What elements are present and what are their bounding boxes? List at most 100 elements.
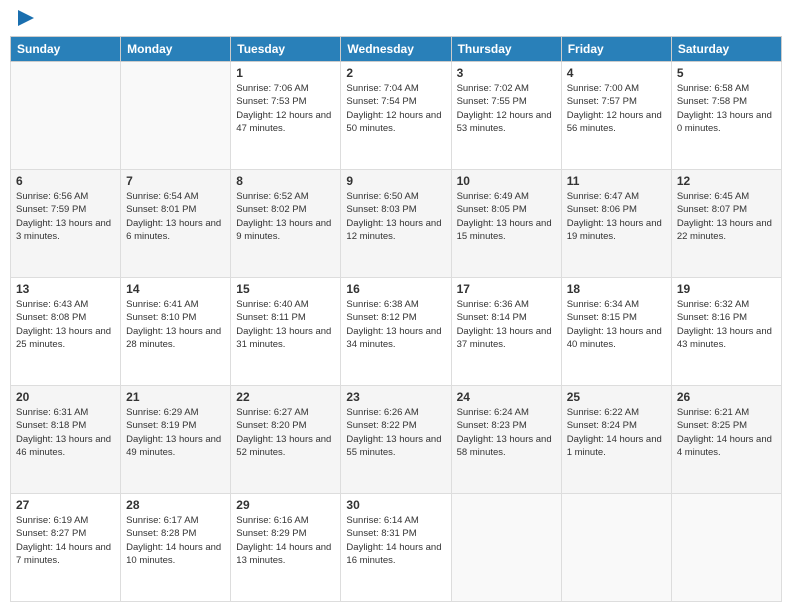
- calendar-cell: 15 Sunrise: 6:40 AM Sunset: 8:11 PM Dayli…: [231, 278, 341, 386]
- calendar-cell: 5 Sunrise: 6:58 AM Sunset: 7:58 PM Daylig…: [671, 62, 781, 170]
- day-number: 6: [16, 174, 115, 188]
- day-number: 12: [677, 174, 776, 188]
- calendar-cell: 20 Sunrise: 6:31 AM Sunset: 8:18 PM Dayli…: [11, 386, 121, 494]
- day-number: 1: [236, 66, 335, 80]
- calendar-cell: 27 Sunrise: 6:19 AM Sunset: 8:27 PM Dayli…: [11, 494, 121, 602]
- day-number: 19: [677, 282, 776, 296]
- day-info: Sunrise: 6:16 AM Sunset: 8:29 PM Dayligh…: [236, 514, 335, 567]
- calendar-cell: 7 Sunrise: 6:54 AM Sunset: 8:01 PM Daylig…: [121, 170, 231, 278]
- day-number: 18: [567, 282, 666, 296]
- calendar-cell: 18Sunrise: 6:34 AM Sunset: 8:15 PM Dayli…: [561, 278, 671, 386]
- day-info: Sunrise: 6:52 AM Sunset: 8:02 PM Dayligh…: [236, 190, 335, 243]
- calendar-cell: [121, 62, 231, 170]
- day-number: 24: [457, 390, 556, 404]
- weekday-header-thursday: Thursday: [451, 37, 561, 62]
- calendar-header-row: SundayMondayTuesdayWednesdayThursdayFrid…: [11, 37, 782, 62]
- calendar-cell: 22 Sunrise: 6:27 AM Sunset: 8:20 PM Dayli…: [231, 386, 341, 494]
- day-info: Sunrise: 6:22 AM Sunset: 8:24 PM Dayligh…: [567, 406, 666, 459]
- day-number: 7: [126, 174, 225, 188]
- day-number: 11: [567, 174, 666, 188]
- calendar-cell: [561, 494, 671, 602]
- calendar-cell: 21 Sunrise: 6:29 AM Sunset: 8:19 PM Dayli…: [121, 386, 231, 494]
- day-info: Sunrise: 7:04 AM Sunset: 7:54 PM Dayligh…: [346, 82, 445, 135]
- day-number: 3: [457, 66, 556, 80]
- day-number: 13: [16, 282, 115, 296]
- calendar-cell: 26 Sunrise: 6:21 AM Sunset: 8:25 PM Dayli…: [671, 386, 781, 494]
- weekday-header-monday: Monday: [121, 37, 231, 62]
- day-number: 16: [346, 282, 445, 296]
- day-number: 25: [567, 390, 666, 404]
- calendar-cell: [11, 62, 121, 170]
- day-number: 4: [567, 66, 666, 80]
- calendar-cell: 9 Sunrise: 6:50 AM Sunset: 8:03 PM Daylig…: [341, 170, 451, 278]
- calendar-cell: 24 Sunrise: 6:24 AM Sunset: 8:23 PM Dayli…: [451, 386, 561, 494]
- calendar-cell: 14Sunrise: 6:41 AM Sunset: 8:10 PM Dayli…: [121, 278, 231, 386]
- day-number: 23: [346, 390, 445, 404]
- day-info: Sunrise: 6:17 AM Sunset: 8:28 PM Dayligh…: [126, 514, 225, 567]
- day-number: 29: [236, 498, 335, 512]
- calendar-cell: 16 Sunrise: 6:38 AM Sunset: 8:12 PM Dayli…: [341, 278, 451, 386]
- calendar-cell: [671, 494, 781, 602]
- day-number: 30: [346, 498, 445, 512]
- calendar-week-row: 1 Sunrise: 7:06 AM Sunset: 7:53 PM Daylig…: [11, 62, 782, 170]
- day-number: 8: [236, 174, 335, 188]
- day-number: 27: [16, 498, 115, 512]
- day-info: Sunrise: 6:14 AM Sunset: 8:31 PM Dayligh…: [346, 514, 445, 567]
- day-info: Sunrise: 6:49 AM Sunset: 8:05 PM Dayligh…: [457, 190, 556, 243]
- calendar-week-row: 27 Sunrise: 6:19 AM Sunset: 8:27 PM Dayli…: [11, 494, 782, 602]
- day-info: Sunrise: 6:40 AM Sunset: 8:11 PM Dayligh…: [236, 298, 335, 351]
- day-info: Sunrise: 7:06 AM Sunset: 7:53 PM Dayligh…: [236, 82, 335, 135]
- weekday-header-friday: Friday: [561, 37, 671, 62]
- day-number: 21: [126, 390, 225, 404]
- day-info: Sunrise: 6:19 AM Sunset: 8:27 PM Dayligh…: [16, 514, 115, 567]
- day-info: Sunrise: 6:47 AM Sunset: 8:06 PM Dayligh…: [567, 190, 666, 243]
- day-info: Sunrise: 7:00 AM Sunset: 7:57 PM Dayligh…: [567, 82, 666, 135]
- calendar-cell: 28 Sunrise: 6:17 AM Sunset: 8:28 PM Dayli…: [121, 494, 231, 602]
- day-info: Sunrise: 6:58 AM Sunset: 7:58 PM Dayligh…: [677, 82, 776, 135]
- day-info: Sunrise: 6:29 AM Sunset: 8:19 PM Dayligh…: [126, 406, 225, 459]
- day-info: Sunrise: 6:24 AM Sunset: 8:23 PM Dayligh…: [457, 406, 556, 459]
- calendar-week-row: 6 Sunrise: 6:56 AM Sunset: 7:59 PM Daylig…: [11, 170, 782, 278]
- calendar-cell: 1 Sunrise: 7:06 AM Sunset: 7:53 PM Daylig…: [231, 62, 341, 170]
- weekday-header-sunday: Sunday: [11, 37, 121, 62]
- calendar-cell: 29 Sunrise: 6:16 AM Sunset: 8:29 PM Dayli…: [231, 494, 341, 602]
- day-info: Sunrise: 6:50 AM Sunset: 8:03 PM Dayligh…: [346, 190, 445, 243]
- day-number: 20: [16, 390, 115, 404]
- day-number: 10: [457, 174, 556, 188]
- day-info: Sunrise: 6:36 AM Sunset: 8:14 PM Dayligh…: [457, 298, 556, 351]
- calendar-cell: 19 Sunrise: 6:32 AM Sunset: 8:16 PM Dayli…: [671, 278, 781, 386]
- day-info: Sunrise: 6:27 AM Sunset: 8:20 PM Dayligh…: [236, 406, 335, 459]
- calendar-cell: 3Sunrise: 7:02 AM Sunset: 7:55 PM Daylig…: [451, 62, 561, 170]
- day-info: Sunrise: 6:45 AM Sunset: 8:07 PM Dayligh…: [677, 190, 776, 243]
- header: [10, 10, 782, 28]
- day-info: Sunrise: 6:31 AM Sunset: 8:18 PM Dayligh…: [16, 406, 115, 459]
- calendar-cell: 17 Sunrise: 6:36 AM Sunset: 8:14 PM Dayli…: [451, 278, 561, 386]
- day-info: Sunrise: 6:32 AM Sunset: 8:16 PM Dayligh…: [677, 298, 776, 351]
- day-info: Sunrise: 6:56 AM Sunset: 7:59 PM Dayligh…: [16, 190, 115, 243]
- logo: [14, 10, 36, 28]
- day-number: 2: [346, 66, 445, 80]
- calendar-cell: 2 Sunrise: 7:04 AM Sunset: 7:54 PM Daylig…: [341, 62, 451, 170]
- day-info: Sunrise: 6:21 AM Sunset: 8:25 PM Dayligh…: [677, 406, 776, 459]
- calendar-table: SundayMondayTuesdayWednesdayThursdayFrid…: [10, 36, 782, 602]
- weekday-header-saturday: Saturday: [671, 37, 781, 62]
- calendar-cell: 11 Sunrise: 6:47 AM Sunset: 8:06 PM Dayli…: [561, 170, 671, 278]
- day-number: 28: [126, 498, 225, 512]
- calendar-week-row: 13 Sunrise: 6:43 AM Sunset: 8:08 PM Dayli…: [11, 278, 782, 386]
- calendar-cell: 4 Sunrise: 7:00 AM Sunset: 7:57 PM Daylig…: [561, 62, 671, 170]
- calendar-cell: 25 Sunrise: 6:22 AM Sunset: 8:24 PM Dayli…: [561, 386, 671, 494]
- day-number: 15: [236, 282, 335, 296]
- day-number: 26: [677, 390, 776, 404]
- calendar-week-row: 20 Sunrise: 6:31 AM Sunset: 8:18 PM Dayli…: [11, 386, 782, 494]
- day-info: Sunrise: 6:43 AM Sunset: 8:08 PM Dayligh…: [16, 298, 115, 351]
- day-info: Sunrise: 6:38 AM Sunset: 8:12 PM Dayligh…: [346, 298, 445, 351]
- day-info: Sunrise: 6:26 AM Sunset: 8:22 PM Dayligh…: [346, 406, 445, 459]
- day-number: 22: [236, 390, 335, 404]
- calendar-cell: 23 Sunrise: 6:26 AM Sunset: 8:22 PM Dayli…: [341, 386, 451, 494]
- day-number: 5: [677, 66, 776, 80]
- day-number: 17: [457, 282, 556, 296]
- day-number: 9: [346, 174, 445, 188]
- calendar-cell: 8 Sunrise: 6:52 AM Sunset: 8:02 PM Daylig…: [231, 170, 341, 278]
- calendar-cell: 30 Sunrise: 6:14 AM Sunset: 8:31 PM Dayli…: [341, 494, 451, 602]
- day-info: Sunrise: 6:54 AM Sunset: 8:01 PM Dayligh…: [126, 190, 225, 243]
